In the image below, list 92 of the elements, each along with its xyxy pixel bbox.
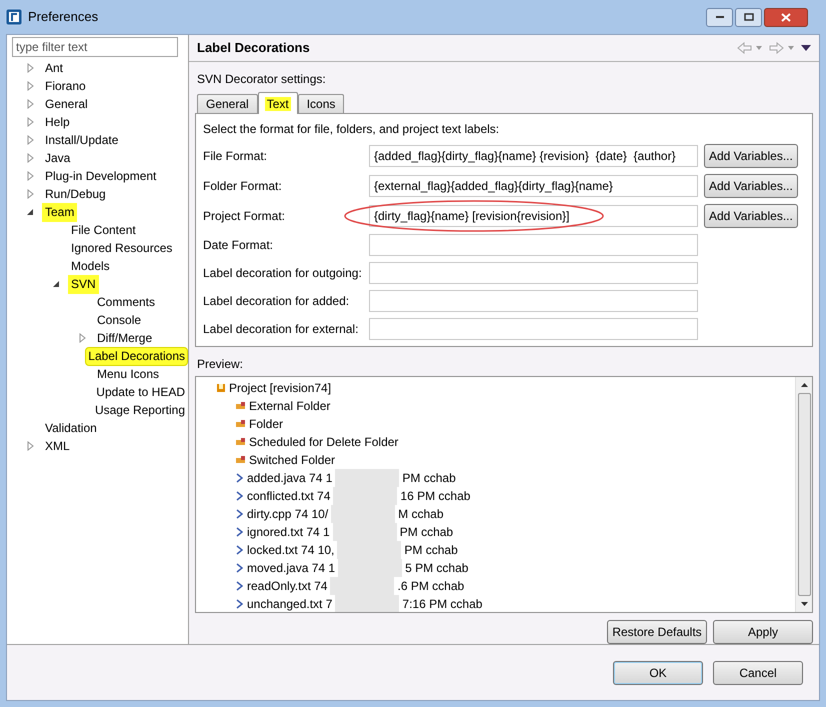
back-icon[interactable] (737, 42, 763, 54)
tree-item[interactable]: Update to HEAD (93, 382, 188, 402)
page-button[interactable]: Apply (713, 620, 813, 644)
tree-item[interactable]: Diff/Merge (94, 328, 156, 348)
tree-item[interactable]: General (42, 94, 91, 114)
redaction-block (335, 595, 400, 612)
preview-item: locked.txt 74 10, (247, 542, 334, 559)
input-field[interactable] (369, 234, 698, 256)
dialog-button[interactable]: OK (613, 661, 703, 685)
tree-item[interactable]: Label Decorations (85, 346, 188, 366)
field-label: Project Format: (203, 208, 286, 225)
preview-item: Project [revision74] (229, 380, 332, 397)
instruction-text: Select the format for file, folders, and project text labels: (203, 121, 500, 138)
folder-icon (236, 420, 246, 428)
folder-icon (236, 402, 246, 410)
minimize-icon (714, 15, 724, 19)
field-label: Label decoration for external: (203, 321, 360, 338)
preview-item: dirty.cpp 74 10/ (247, 506, 328, 523)
input-field[interactable]: {dirty_flag}{name} [revision{revision}] (369, 205, 698, 227)
close-icon (781, 12, 791, 22)
preview-item: 16 PM cchab (400, 488, 470, 505)
scrollbar[interactable] (795, 377, 812, 612)
tree-item[interactable]: Run/Debug (42, 184, 109, 204)
input-field[interactable] (369, 290, 698, 312)
tree-item[interactable]: Models (68, 256, 113, 276)
preview-item: moved.java 74 1 (247, 560, 336, 577)
preview-item: Switched Folder (249, 452, 336, 469)
field-label: Date Format: (203, 237, 274, 254)
tree-item[interactable]: File Content (68, 220, 139, 240)
page-title: Label Decorations (197, 39, 310, 58)
close-button[interactable] (764, 8, 808, 26)
preview-item: readOnly.txt 74 (247, 578, 328, 595)
tab[interactable]: Text (258, 92, 298, 114)
tree-item[interactable]: Help (42, 112, 73, 132)
tree-item[interactable]: XML (42, 436, 73, 456)
maximize-button[interactable] (735, 8, 762, 26)
tree-item[interactable]: Console (94, 310, 144, 330)
preview-label: Preview: (197, 356, 244, 373)
field-label: File Format: (203, 148, 268, 165)
tree-item[interactable]: Usage Reporting (92, 400, 188, 420)
input-field[interactable] (369, 262, 698, 284)
preview-item: PM cchab (404, 542, 458, 559)
add-variables-button[interactable]: Add Variables... (704, 174, 798, 198)
field-label: Label decoration for outgoing: (203, 265, 363, 282)
input-field[interactable]: {external_flag}{added_flag}{dirty_flag}{name} (369, 175, 698, 197)
field-label: Label decoration for added: (203, 293, 350, 310)
folder-icon (236, 456, 246, 464)
input-field[interactable]: {added_flag}{dirty_flag}{name} {revision} {date} {author} (369, 145, 698, 167)
preview-item: conflicted.txt 74 (247, 488, 330, 505)
tab[interactable]: General (197, 94, 258, 113)
preview-item: External Folder (249, 398, 330, 415)
tree-item[interactable]: Menu Icons (94, 364, 162, 384)
filter-field[interactable]: type filter text (12, 37, 178, 57)
add-variables-button[interactable]: Add Variables... (704, 204, 798, 228)
window-title: Preferences (28, 8, 98, 26)
tree-item[interactable]: Install/Update (42, 130, 122, 150)
preview-item: Folder (249, 416, 284, 433)
scrollbar-thumb[interactable] (798, 393, 810, 596)
dialog-button[interactable]: Cancel (713, 661, 803, 685)
page-button[interactable]: Restore Defaults (607, 620, 707, 644)
preview-item: .6 PM cchab (397, 578, 464, 595)
maximize-icon (744, 13, 754, 21)
preview-item: PM cchab (402, 470, 456, 487)
tree-item[interactable]: Ant (42, 58, 66, 78)
redaction-block (335, 469, 400, 487)
section-label: SVN Decorator settings: (197, 71, 327, 88)
add-variables-button[interactable]: Add Variables... (704, 144, 798, 168)
menu-icon[interactable] (801, 45, 811, 51)
tree-item[interactable]: Fiorano (42, 76, 89, 96)
project-icon (216, 383, 226, 393)
preview-item: PM cchab (400, 524, 454, 541)
field-label: Folder Format: (203, 178, 283, 195)
preview-item: 7:16 PM cchab (402, 596, 482, 612)
tree-item[interactable]: Team (42, 202, 78, 222)
preview-item: ignored.txt 74 1 (247, 524, 330, 541)
forward-icon[interactable] (769, 42, 795, 54)
preview-item: 5 PM cchab (405, 560, 468, 577)
preview-item: Scheduled for Delete Folder (249, 434, 398, 451)
preview-item: added.java 74 1 (247, 470, 332, 487)
tree-item[interactable]: SVN (68, 274, 99, 294)
minimize-button[interactable] (706, 8, 733, 26)
input-field[interactable] (369, 318, 698, 340)
preview-item: M cchab (398, 506, 444, 523)
preview-item: unchanged.txt 7 (247, 596, 332, 612)
folder-icon (236, 438, 246, 446)
tab[interactable]: Icons (298, 94, 344, 113)
tree-item[interactable]: Java (42, 148, 74, 168)
tree-item[interactable]: Comments (94, 292, 158, 312)
app-icon (6, 9, 22, 25)
tree-item[interactable]: Ignored Resources (68, 238, 176, 258)
tree-item[interactable]: Validation (42, 418, 100, 438)
tree-item[interactable]: Plug-in Development (42, 166, 160, 186)
